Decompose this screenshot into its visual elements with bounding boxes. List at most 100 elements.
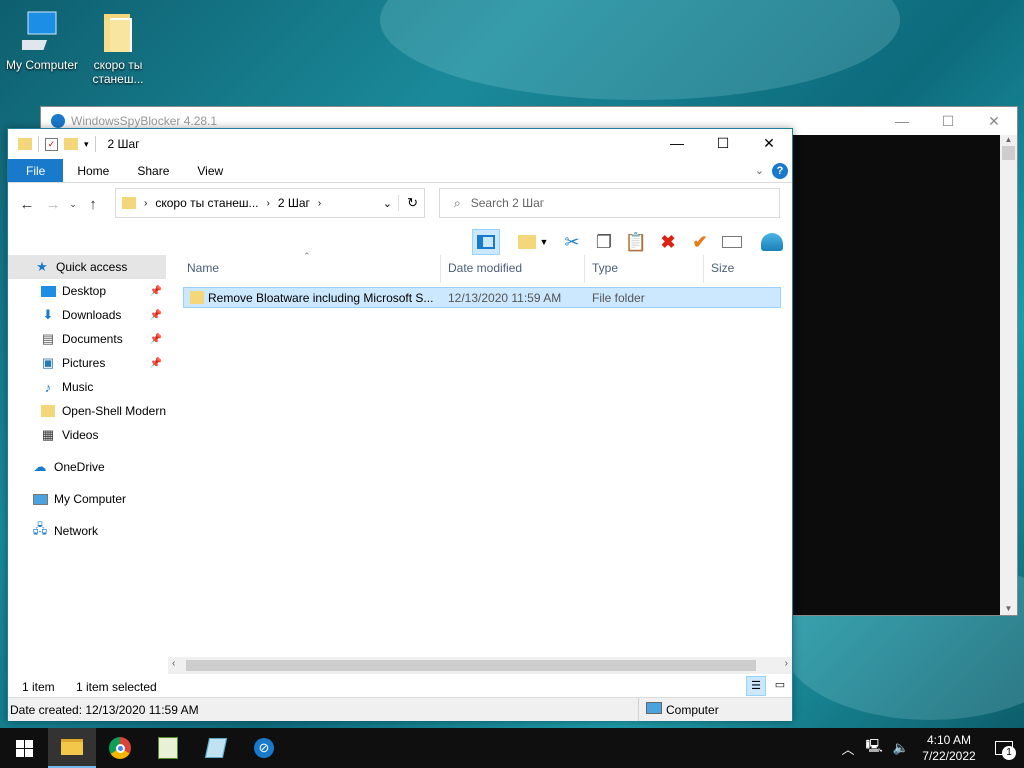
scroll-thumb[interactable] [186, 660, 756, 671]
scroll-thumb[interactable] [1002, 146, 1015, 160]
quick-access-dropdown-icon[interactable]: ▾ [84, 139, 89, 150]
file-row[interactable]: Remove Bloatware including Microsoft S..… [183, 287, 781, 308]
chevron-right-icon[interactable]: › [318, 198, 321, 209]
nav-label: My Computer [54, 492, 127, 506]
close-button[interactable]: ✕ [746, 129, 792, 157]
scroll-right-arrow[interactable]: › [785, 658, 788, 669]
properties-check-icon[interactable]: ✔ [686, 229, 714, 255]
taskbar-app-4[interactable] [192, 728, 240, 768]
tab-home[interactable]: Home [63, 159, 123, 182]
refresh-icon[interactable]: ↻ [398, 195, 418, 211]
desktop-icon-my-computer[interactable]: My Computer [0, 10, 84, 72]
breadcrumb-part[interactable]: 2 Шаг [278, 196, 310, 210]
rename-icon[interactable] [718, 229, 746, 255]
chevron-up-icon[interactable]: ︿ [835, 739, 860, 758]
explorer-window[interactable]: ✓ ▾ 2 Шаг — ☐ ✕ File Home Share View ⌄ ?… [7, 128, 793, 721]
minimize-button[interactable]: — [654, 129, 700, 157]
column-size[interactable]: Size [705, 261, 734, 275]
taskbar-chrome[interactable] [96, 728, 144, 768]
column-divider[interactable] [703, 255, 704, 283]
pin-icon[interactable]: 📌 [150, 286, 162, 297]
nav-desktop[interactable]: Desktop 📌 [8, 279, 166, 303]
clock-time: 4:10 AM [926, 733, 972, 747]
maximize-button[interactable]: ☐ [925, 107, 971, 135]
back-button[interactable]: ← [14, 196, 40, 213]
action-center-button[interactable]: 1 [984, 728, 1024, 768]
file-list: ⌃ Name Date modified Type Size Remove Bl… [181, 251, 793, 657]
start-button[interactable] [0, 728, 48, 768]
nav-documents[interactable]: ▤ Documents 📌 [8, 327, 166, 351]
minimize-button[interactable]: — [879, 107, 925, 135]
nav-my-computer[interactable]: My Computer [8, 487, 166, 511]
column-divider[interactable] [584, 255, 585, 283]
folder-icon [122, 197, 136, 209]
copy-icon[interactable]: ❐ [590, 229, 618, 255]
picture-icon: ▣ [41, 355, 55, 370]
desktop-icon-folder[interactable]: скоро ты станеш... [76, 10, 160, 86]
scroll-up-arrow[interactable]: ▲ [1000, 135, 1017, 144]
nav-downloads[interactable]: ⬇ Downloads 📌 [8, 303, 166, 327]
recent-locations-icon[interactable]: ⌄ [66, 199, 80, 210]
windows-logo-icon [15, 739, 33, 757]
navigation-pane: ★ Quick access Desktop 📌 ⬇ Downloads 📌 ▤… [8, 255, 166, 657]
nav-videos[interactable]: ▦ Videos [8, 423, 166, 447]
search-box[interactable]: ⌕ Search 2 Шаг [439, 188, 780, 218]
tab-share[interactable]: Share [123, 159, 183, 182]
pin-icon[interactable]: 📌 [150, 334, 162, 345]
properties-icon[interactable]: ✓ [45, 137, 58, 151]
details-view-button[interactable]: ☰ [746, 676, 766, 696]
shell-icon[interactable] [758, 229, 786, 255]
help-icon[interactable]: ? [772, 163, 788, 179]
column-divider[interactable] [440, 255, 441, 283]
expand-ribbon-icon[interactable]: ⌄ [755, 164, 764, 177]
taskbar-app-3[interactable] [144, 728, 192, 768]
item-count: 1 item [22, 680, 55, 694]
breadcrumb-part[interactable]: скоро ты станеш... [155, 196, 258, 210]
pin-icon[interactable]: 📌 [150, 310, 162, 321]
chevron-right-icon[interactable]: › [267, 198, 270, 209]
tab-view[interactable]: View [183, 159, 237, 182]
volume-icon[interactable]: 🔈 [888, 740, 914, 756]
horizontal-scrollbar[interactable]: ‹ › [168, 657, 792, 674]
navigation-pane-button[interactable] [472, 229, 500, 255]
clock[interactable]: 4:10 AM 7/22/2022 [914, 732, 984, 764]
cloud-icon: ☁ [33, 459, 47, 474]
large-icons-view-button[interactable]: ▭ [772, 678, 788, 694]
cut-icon[interactable]: ✂ [558, 229, 586, 255]
tab-file[interactable]: File [8, 159, 64, 182]
dropdown-arrow-icon[interactable]: ▼ [538, 229, 550, 255]
nav-music[interactable]: ♪ Music [8, 375, 166, 399]
nav-network[interactable]: 🖧 Network [8, 519, 166, 543]
nav-pictures[interactable]: ▣ Pictures 📌 [8, 351, 166, 375]
taskbar-spyblocker[interactable]: ⊘ [240, 728, 288, 768]
console-scrollbar[interactable]: ▲ ▼ [1000, 135, 1017, 615]
close-button[interactable]: ✕ [971, 107, 1017, 135]
folder-options-button[interactable] [513, 229, 541, 255]
column-date[interactable]: Date modified [442, 261, 522, 275]
chevron-right-icon[interactable]: › [144, 198, 147, 209]
nav-onedrive[interactable]: ☁ OneDrive [8, 455, 166, 479]
nav-label: Network [54, 524, 99, 538]
scroll-down-arrow[interactable]: ▼ [1000, 604, 1017, 613]
address-bar[interactable]: › скоро ты станеш... › 2 Шаг › ⌄ ↻ [115, 188, 425, 218]
delete-icon[interactable]: ✖ [654, 229, 682, 255]
wallpaper-wave [380, 0, 900, 100]
nav-quick-access[interactable]: ★ Quick access [8, 255, 166, 279]
up-button[interactable]: ↑ [80, 196, 106, 213]
network-icon[interactable]: 🖳 [860, 737, 887, 759]
nav-openshell[interactable]: Open-Shell Modern [8, 399, 166, 423]
address-dropdown-icon[interactable]: ⌄ [383, 197, 392, 210]
explorer-window-controls: — ☐ ✕ [654, 129, 792, 157]
forward-button[interactable]: → [40, 196, 66, 213]
folder-icon [18, 138, 32, 150]
pin-icon[interactable]: 📌 [150, 358, 162, 369]
scroll-left-arrow[interactable]: ‹ [172, 658, 175, 669]
taskbar-explorer[interactable] [48, 728, 96, 768]
column-name[interactable]: Name [181, 261, 219, 275]
column-type[interactable]: Type [586, 261, 618, 275]
spyblocker-window-controls: — ☐ ✕ [879, 107, 1017, 135]
new-folder-icon[interactable] [64, 138, 78, 150]
paste-icon[interactable]: 📋 [622, 229, 650, 255]
console-area[interactable] [793, 135, 1017, 615]
maximize-button[interactable]: ☐ [700, 129, 746, 157]
